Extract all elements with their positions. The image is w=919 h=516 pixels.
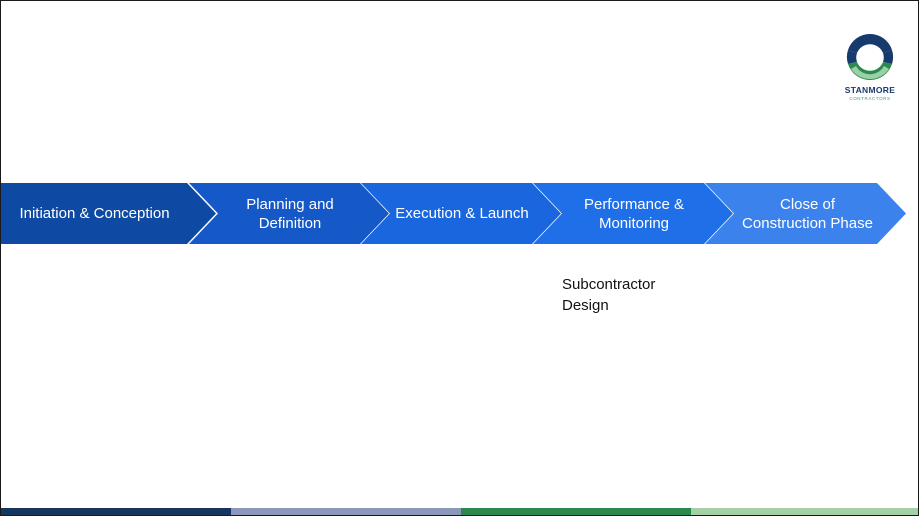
phase-label: Planning and Definition bbox=[246, 195, 334, 232]
logo-name: STANMORE bbox=[844, 85, 896, 95]
phase-close: Close of Construction Phase bbox=[705, 183, 906, 244]
process-chevron-flow: Initiation & Conception Planning and Def… bbox=[1, 183, 906, 244]
phase-performance: Performance & Monitoring bbox=[533, 183, 733, 244]
phase-label: Execution & Launch bbox=[395, 205, 529, 222]
slide: STANMORE CONTRACTORS Initiation & Concep… bbox=[0, 0, 919, 516]
logo-ring-icon bbox=[846, 33, 894, 81]
footer-segment-light-green bbox=[691, 508, 918, 515]
footer-segment-slate bbox=[231, 508, 461, 515]
phase-label: Close of Construction Phase bbox=[742, 195, 873, 232]
footer-segment-navy bbox=[1, 508, 231, 515]
phase-initiation: Initiation & Conception bbox=[1, 183, 216, 244]
phase-label: Performance & Monitoring bbox=[583, 195, 685, 232]
footer-color-bar bbox=[1, 508, 918, 515]
footer-segment-green bbox=[461, 508, 691, 515]
phase-planning: Planning and Definition bbox=[189, 183, 389, 244]
phase-execution: Execution & Launch bbox=[361, 183, 561, 244]
logo-subtitle: CONTRACTORS bbox=[849, 96, 891, 101]
phase-note-subcontractor-design: Subcontractor Design bbox=[562, 276, 656, 314]
phase-label: Initiation & Conception bbox=[19, 205, 170, 222]
company-logo: STANMORE CONTRACTORS bbox=[837, 31, 903, 121]
